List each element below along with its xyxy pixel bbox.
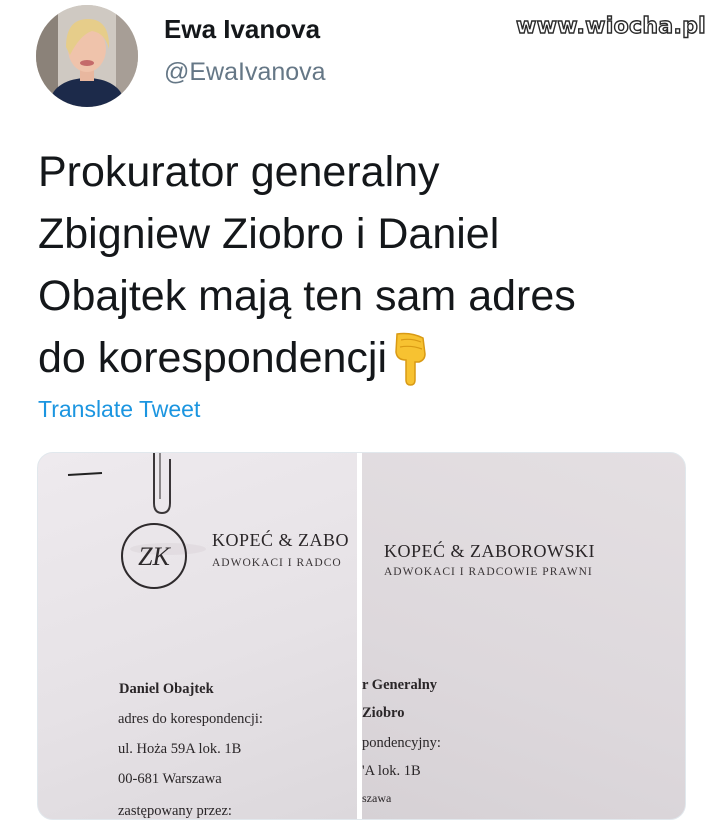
- tweet-line-last: do korespondencji: [38, 327, 678, 403]
- firm-subtitle-right: ADWOKACI I RADCOWIE PRAWNI: [384, 566, 593, 578]
- firm-name-left: KOPEĆ & ZABO: [212, 530, 350, 550]
- address-city: 00-681 Warszawa: [118, 771, 222, 787]
- firm-subtitle-left: ADWOKACI I RADCO: [212, 557, 342, 569]
- avatar[interactable]: [36, 5, 138, 107]
- doc-line-5: szawa: [362, 791, 392, 805]
- document-photo-left[interactable]: ZK KOPEĆ & ZABO ADWOKACI I RADCO Daniel …: [38, 453, 357, 819]
- display-name[interactable]: Ewa Ivanova: [164, 14, 320, 45]
- tweet-line: Prokurator generalny: [38, 148, 440, 196]
- tweet-media[interactable]: ZK KOPEĆ & ZABO ADWOKACI I RADCO Daniel …: [37, 452, 686, 820]
- doc-line-1: r Generalny: [362, 677, 438, 693]
- doc-line-3: pondencyjny:: [362, 735, 441, 751]
- pointing-down-emoji-icon: [391, 330, 431, 403]
- doc-line-2: Ziobro: [362, 705, 405, 721]
- tweet-text: Prokurator generalny Zbigniew Ziobro i D…: [38, 141, 678, 403]
- recipient-name: Daniel Obajtek: [119, 681, 214, 697]
- represented-by: zastępowany przez:: [118, 803, 232, 819]
- paperclip-icon: [67, 453, 206, 555]
- firm-logo-letters: ZK: [138, 542, 171, 571]
- tweet-line: Obajtek mają ten sam adres: [38, 272, 576, 320]
- firm-logo-icon: ZK: [121, 523, 187, 589]
- tweet-line: do korespondencji: [38, 334, 388, 382]
- doc-line-4: 'A lok. 1B: [362, 763, 421, 779]
- user-handle[interactable]: @EwaIvanova: [164, 58, 326, 87]
- firm-name-right: KOPEĆ & ZABOROWSKI: [384, 541, 596, 561]
- avatar-photo: [36, 5, 138, 107]
- address-street: ul. Hoża 59A lok. 1B: [118, 741, 242, 757]
- address-label: adres do korespondencji:: [118, 711, 263, 727]
- tweet-line: Zbigniew Ziobro i Daniel: [38, 210, 500, 258]
- document-photo-right[interactable]: KOPEĆ & ZABOROWSKI ADWOKACI I RADCOWIE P…: [362, 453, 685, 819]
- translate-tweet-link[interactable]: Translate Tweet: [38, 396, 200, 423]
- watermark: www.wiocha.pl: [515, 13, 706, 39]
